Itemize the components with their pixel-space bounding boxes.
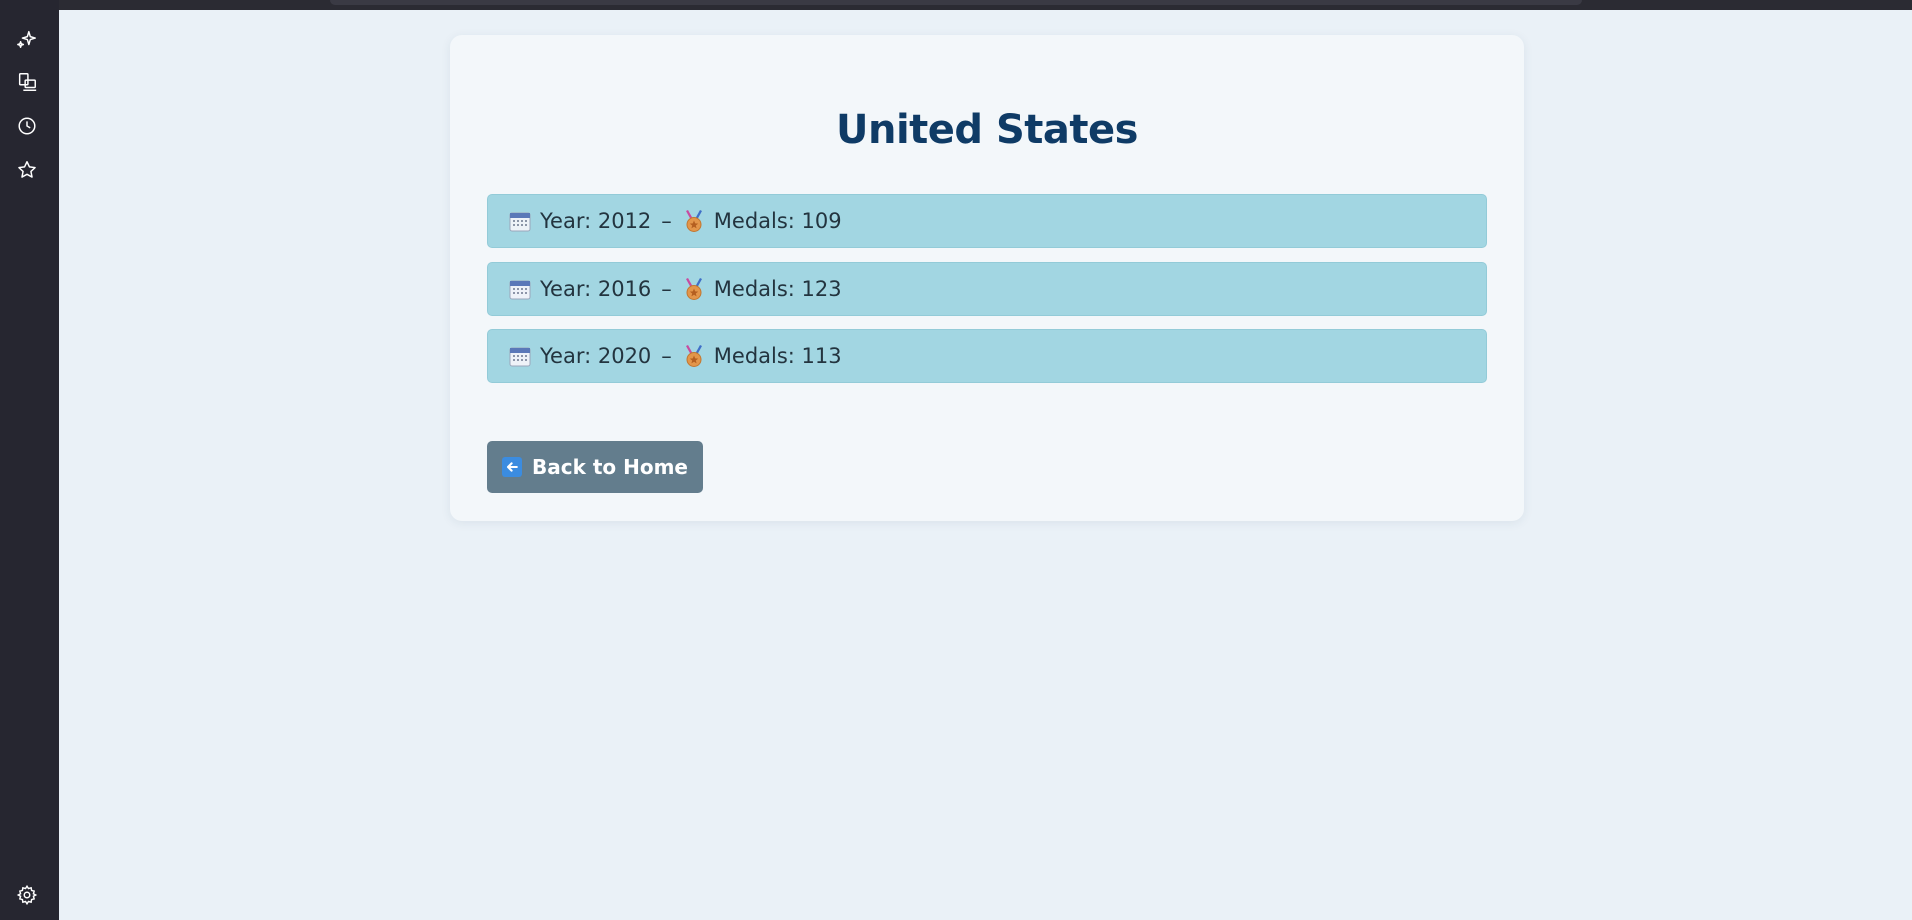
medals-label: Medals: 113 — [713, 344, 842, 368]
browser-top-bar — [0, 0, 1912, 10]
country-card: United States Year: 2012 – Medals: 109 Y… — [450, 35, 1524, 521]
back-to-home-button[interactable]: Back to Home — [487, 441, 703, 493]
separator: – — [661, 344, 672, 368]
side-rail — [0, 0, 59, 920]
separator: – — [661, 209, 672, 233]
main-content: United States Year: 2012 – Medals: 109 Y… — [59, 10, 1912, 920]
calendar-icon — [508, 344, 532, 368]
history-icon[interactable] — [13, 112, 41, 140]
calendar-icon — [508, 209, 532, 233]
year-label: Year: 2020 — [540, 344, 652, 368]
medal-icon — [682, 277, 706, 301]
devices-icon[interactable] — [13, 68, 41, 96]
year-label: Year: 2012 — [540, 209, 652, 233]
medal-icon — [682, 344, 706, 368]
sparkle-icon[interactable] — [13, 25, 41, 53]
page-title: United States — [836, 107, 1138, 153]
list-item: Year: 2016 – Medals: 123 — [487, 262, 1487, 316]
calendar-icon — [508, 277, 532, 301]
list-item: Year: 2020 – Medals: 113 — [487, 329, 1487, 383]
star-icon[interactable] — [13, 156, 41, 184]
back-arrow-icon — [501, 457, 522, 477]
list-item: Year: 2012 – Medals: 109 — [487, 194, 1487, 248]
medals-label: Medals: 123 — [713, 277, 842, 301]
separator: – — [661, 277, 672, 301]
address-bar-edge — [330, 0, 1582, 5]
back-to-home-label: Back to Home — [531, 455, 688, 479]
settings-icon[interactable] — [13, 881, 41, 909]
medals-label: Medals: 109 — [713, 209, 842, 233]
year-label: Year: 2016 — [540, 277, 652, 301]
medal-icon — [682, 209, 706, 233]
